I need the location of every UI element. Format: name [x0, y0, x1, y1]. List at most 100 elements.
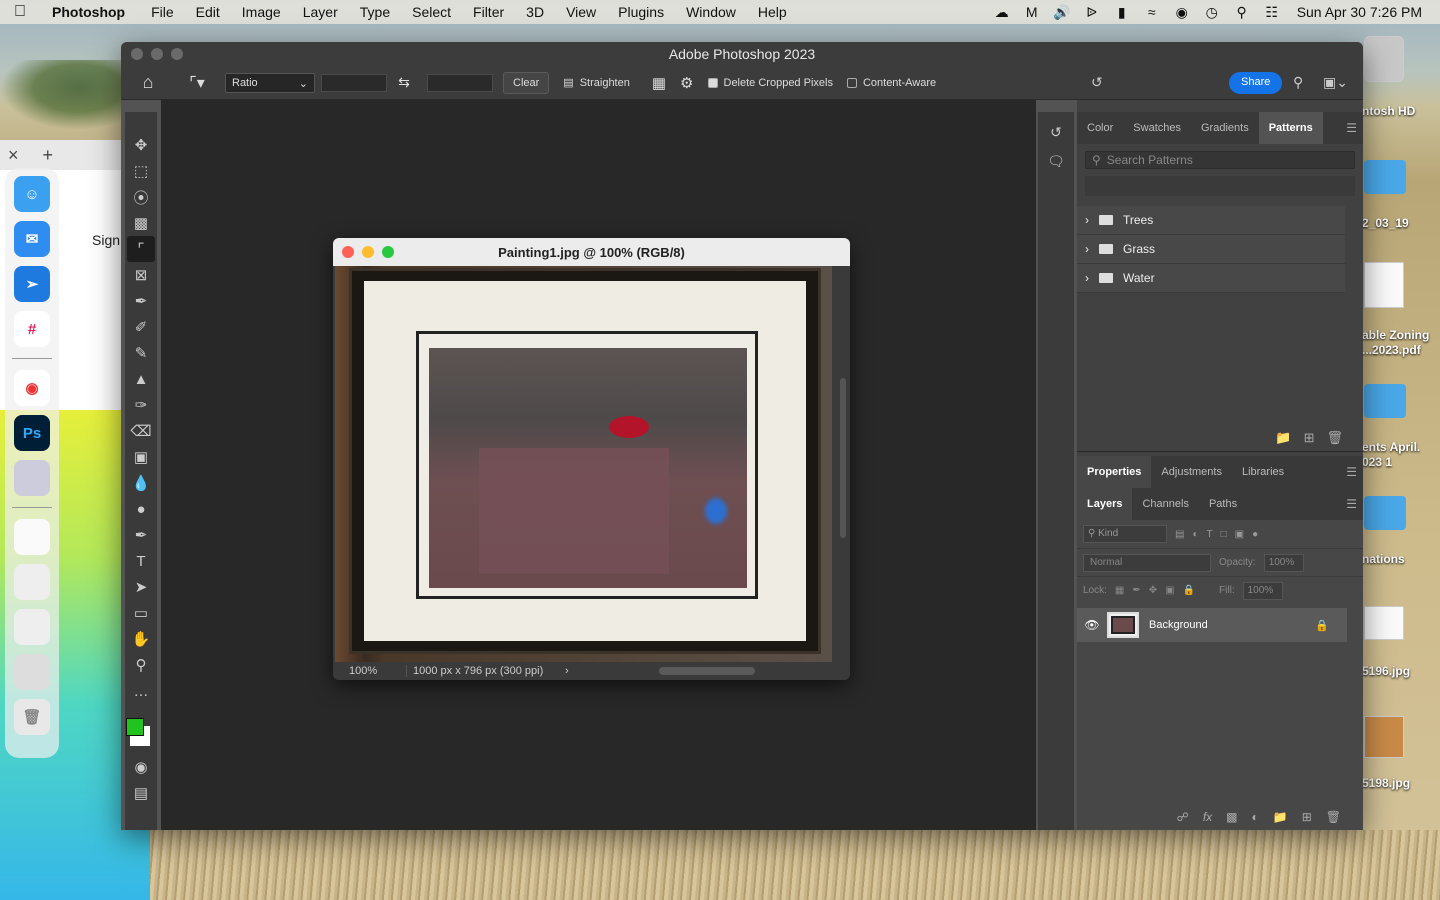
menu-window[interactable]: Window — [675, 4, 747, 20]
list-item[interactable]: › Water — [1077, 264, 1345, 293]
menu-layer[interactable]: Layer — [292, 4, 349, 20]
tab-adjustments[interactable]: Adjustments — [1151, 456, 1232, 488]
menubar-clock[interactable]: Sun Apr 30 7:26 PM — [1287, 4, 1422, 20]
gradient-tool-icon[interactable]: ▣ — [127, 444, 155, 470]
type-tool-icon[interactable]: T — [127, 548, 155, 574]
tab-color[interactable]: Color — [1077, 112, 1123, 144]
recent-window-thumb[interactable] — [14, 654, 50, 690]
eyedropper-tool-icon[interactable]: ✒ — [127, 288, 155, 314]
folder-icon[interactable] — [1364, 160, 1406, 194]
lock-artboard-icon[interactable]: ▣ — [1165, 585, 1174, 596]
folder-icon[interactable] — [1364, 496, 1406, 530]
new-layer-icon[interactable]: ⊞ — [1302, 810, 1312, 824]
menu-select[interactable]: Select — [401, 4, 462, 20]
visibility-eye-icon[interactable]: 👁 — [1077, 618, 1107, 632]
recent-window-thumb[interactable] — [14, 609, 50, 645]
delete-layer-icon[interactable]: 🗑 — [1326, 810, 1341, 824]
panel-menu-icon[interactable]: ☰ — [1346, 465, 1357, 479]
volume-icon[interactable]: 🔊 — [1047, 4, 1077, 21]
move-tool-icon[interactable]: ✥ — [127, 132, 155, 158]
undo-icon[interactable]: ↺ — [1091, 74, 1103, 91]
ratio-select[interactable]: Ratio ⌄ — [225, 72, 315, 93]
adjustment-filter-icon[interactable]: ◐ — [1192, 529, 1198, 540]
zoom-level[interactable]: 100% — [333, 665, 407, 677]
user-icon[interactable]: ◉ — [1167, 4, 1197, 21]
content-aware-option[interactable]: Content-Aware — [846, 77, 936, 89]
tab-properties[interactable]: Properties — [1077, 456, 1152, 488]
document-size[interactable]: 1000 px x 796 px (300 ppi) — [407, 665, 565, 677]
time-machine-icon[interactable]: ◷ — [1197, 4, 1227, 21]
clear-button[interactable]: Clear — [503, 71, 550, 94]
tab-channels[interactable]: Channels — [1132, 488, 1198, 520]
fx-icon[interactable]: fx — [1203, 810, 1212, 824]
brush-tool-icon[interactable]: ✎ — [127, 340, 155, 366]
finder-icon[interactable]: ☺ — [14, 176, 50, 212]
chevron-right-icon[interactable]: › — [1085, 271, 1089, 285]
healing-brush-icon[interactable]: ✐ — [127, 314, 155, 340]
delete-cropped-option[interactable]: Delete Cropped Pixels — [707, 77, 833, 89]
horizontal-scrollbar[interactable] — [658, 667, 755, 675]
safari-icon[interactable]: ➢ — [14, 266, 50, 302]
desktop-label-hd[interactable]: ntosh HD — [1362, 104, 1440, 118]
path-selection-icon[interactable]: ➤ — [127, 574, 155, 600]
content-aware-checkbox[interactable] — [846, 77, 857, 88]
crop-tool-icon[interactable]: ⌜ — [127, 236, 155, 262]
quick-mask-icon[interactable]: ◉ — [127, 754, 155, 780]
filter-toggle-icon[interactable]: ● — [1252, 529, 1258, 540]
recent-window-thumb[interactable] — [14, 564, 50, 600]
desktop-label-pdf[interactable]: able Zoning ...2023.pdf — [1362, 328, 1440, 358]
fill-input[interactable]: 100% — [1242, 581, 1283, 600]
document-canvas[interactable] — [335, 266, 832, 662]
lock-pixels-icon[interactable]: ✒ — [1132, 585, 1140, 596]
menu-view[interactable]: View — [555, 4, 607, 20]
panel-menu-icon[interactable]: ☰ — [1346, 497, 1357, 511]
opacity-input[interactable]: 100% — [1263, 553, 1304, 572]
home-icon[interactable]: ⌂ — [121, 72, 175, 93]
layer-name[interactable]: Background — [1149, 619, 1208, 631]
tab-layers[interactable]: Layers — [1077, 488, 1133, 520]
new-group-icon[interactable]: 📁 — [1275, 430, 1291, 451]
vertical-scrollbar[interactable] — [840, 378, 846, 538]
creative-cloud-icon[interactable]: ☁ — [987, 4, 1017, 21]
ratio-width-input[interactable] — [321, 73, 387, 92]
tab-paths[interactable]: Paths — [1199, 488, 1247, 520]
lock-all-icon[interactable]: 🔒 — [1183, 585, 1195, 596]
mail-icon[interactable]: ✉ — [14, 221, 50, 257]
tab-swatches[interactable]: Swatches — [1123, 112, 1191, 144]
spotlight-search-icon[interactable]: ⚲ — [1227, 4, 1257, 21]
menu-edit[interactable]: Edit — [185, 4, 231, 20]
share-button[interactable]: Share — [1229, 72, 1283, 94]
menu-filter[interactable]: Filter — [462, 4, 515, 20]
foreground-color-swatch[interactable] — [126, 718, 144, 736]
gear-icon[interactable]: ⚙ — [680, 74, 693, 92]
trash-icon[interactable]: 🗑 — [14, 699, 50, 735]
delete-icon[interactable]: 🗑 — [1326, 430, 1343, 451]
lock-transparent-icon[interactable]: ▦ — [1115, 585, 1124, 596]
menu-image[interactable]: Image — [231, 4, 292, 20]
photoshop-icon[interactable]: Ps — [14, 415, 50, 451]
menu-help[interactable]: Help — [747, 4, 798, 20]
folder-icon[interactable] — [1364, 384, 1406, 418]
hard-drive-icon[interactable] — [1364, 36, 1404, 82]
recent-window-thumb[interactable] — [14, 519, 50, 555]
swap-icon[interactable]: ⇆ — [387, 74, 421, 91]
search-icon[interactable]: ⚲ — [1293, 74, 1303, 91]
adjustment-layer-icon[interactable]: ◐ — [1252, 810, 1259, 824]
pixel-filter-icon[interactable]: ▤ — [1175, 529, 1184, 540]
desktop-label-jpg1[interactable]: 5196.jpg — [1362, 664, 1440, 678]
eraser-tool-icon[interactable]: ⌫ — [127, 418, 155, 444]
battery-icon[interactable]: ▮ — [1107, 4, 1137, 21]
type-filter-icon[interactable]: T — [1207, 529, 1213, 540]
dodge-tool-icon[interactable]: ● — [127, 496, 155, 522]
rectangle-tool-icon[interactable]: ▭ — [127, 600, 155, 626]
desktop-label-jpg2[interactable]: 5198.jpg — [1362, 776, 1440, 790]
lasso-tool-icon[interactable]: ⦿ — [127, 184, 155, 210]
sign-in-link[interactable]: Sign — [92, 232, 120, 248]
menu-app-name[interactable]: Photoshop — [40, 4, 140, 20]
slack-icon[interactable]: # — [14, 311, 50, 347]
grid-overlay-icon[interactable]: ▦ — [652, 74, 666, 92]
new-group-icon[interactable]: 📁 — [1273, 810, 1288, 824]
shape-filter-icon[interactable]: □ — [1221, 529, 1227, 540]
zoom-tool-icon[interactable]: ⚲ — [127, 652, 155, 678]
list-item[interactable]: › Grass — [1077, 235, 1345, 264]
